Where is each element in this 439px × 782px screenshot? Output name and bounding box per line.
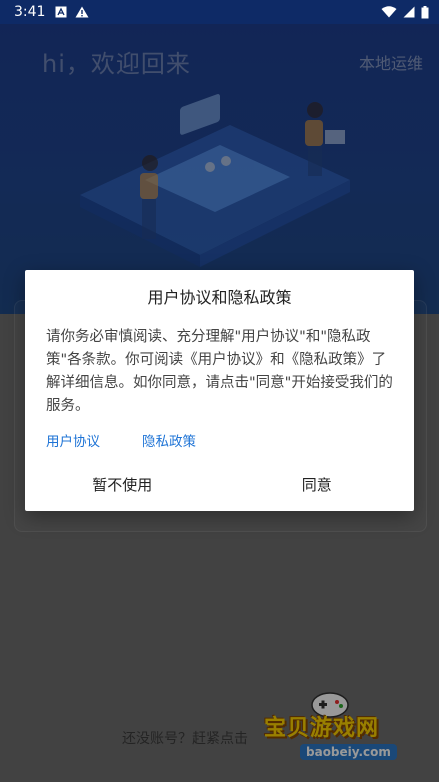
decline-button[interactable]: 暂不使用 (25, 466, 220, 502)
agree-button[interactable]: 同意 (220, 466, 415, 502)
status-left-icons (55, 6, 89, 18)
privacy-dialog: 用户协议和隐私政策 请你务必审慎阅读、充分理解"用户协议"和"隐私政策"各条款。… (25, 270, 414, 511)
privacy-policy-link[interactable]: 隐私政策 (142, 430, 196, 450)
wifi-icon (381, 6, 397, 18)
dialog-body: 请你务必审慎阅读、充分理解"用户协议"和"隐私政策"各条款。你可阅读《用户协议》… (46, 329, 393, 414)
battery-icon (421, 5, 429, 18)
dialog-actions: 暂不使用 同意 (25, 466, 414, 502)
warning-icon (75, 6, 89, 18)
user-agreement-link[interactable]: 用户协议 (46, 430, 100, 450)
status-bar: 3:41 (0, 0, 439, 24)
signal-icon (403, 6, 415, 18)
status-right-icons (381, 5, 429, 19)
status-time: 3:41 (14, 4, 46, 20)
dialog-title: 用户协议和隐私政策 (147, 288, 292, 307)
a-box-icon (55, 6, 67, 18)
dialog-links: 用户协议 隐私政策 (46, 430, 196, 450)
